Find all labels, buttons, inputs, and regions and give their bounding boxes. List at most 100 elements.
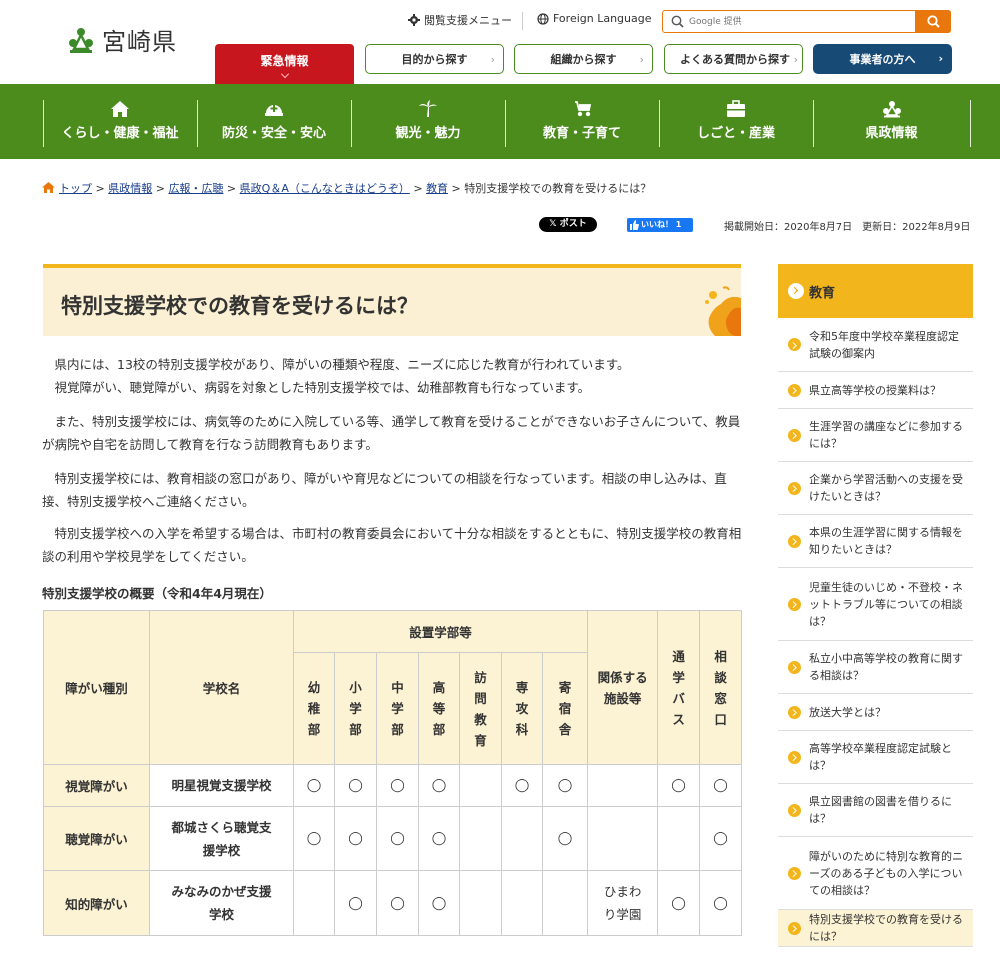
header-facility: 関係する施設等 bbox=[587, 610, 659, 765]
paragraph: 特別支援学校には、教育相談の窓口があり、障がいや育児などについての相談を行なって… bbox=[42, 471, 727, 509]
sidebar-item[interactable]: 県立図書館の図書を借りるには？ bbox=[778, 784, 973, 837]
x-logo-icon: 𝕏 bbox=[549, 219, 560, 229]
table-cell: ひまわり学園 bbox=[587, 870, 659, 936]
nav-item-education[interactable]: 教育・子育て bbox=[505, 100, 659, 147]
sidebar-item[interactable]: 私立小中高等学校の教育に関する相談は？ bbox=[778, 641, 973, 694]
search-by-purpose-button[interactable]: 目的から探す › bbox=[365, 44, 504, 74]
publish-dates: 掲載開始日：2020年8月7日 更新日：2022年8月9日 bbox=[724, 222, 971, 233]
header-dept: 寄宿舎 bbox=[541, 652, 589, 765]
table-cell: ◯ bbox=[293, 764, 335, 807]
breadcrumb-link[interactable]: トップ bbox=[59, 182, 92, 195]
breadcrumb-link[interactable]: 広報・広聴 bbox=[168, 182, 223, 195]
button-label: 事業者の方へ bbox=[849, 53, 916, 66]
chevron-right-icon bbox=[788, 803, 801, 817]
table-cell: 視覚障がい bbox=[43, 764, 150, 807]
sidebar-item[interactable]: 障がいのために特別な教育的ニーズのある子どもの入学についての相談は？ bbox=[778, 837, 973, 910]
sidebar-item[interactable]: 児童生徒のいじめ・不登校・ネットトラブル等についての相談は？ bbox=[778, 568, 973, 641]
prefecture-emblem-icon bbox=[882, 101, 901, 118]
nav-item-living[interactable]: くらし・健康・福祉 bbox=[43, 100, 197, 147]
facebook-like-label: いいね！ 1 bbox=[641, 220, 682, 229]
header-dept: 幼稚部 bbox=[293, 652, 335, 765]
sidebar-item[interactable]: 放送大学とは？ bbox=[778, 694, 973, 731]
header-bus: 通学バス bbox=[657, 610, 701, 765]
search-by-faq-button[interactable]: よくある質問から探す › bbox=[664, 44, 803, 74]
sidebar-item[interactable]: 県立高等学校の授業料は？ bbox=[778, 372, 973, 409]
breadcrumb-link[interactable]: 県政情報 bbox=[108, 182, 152, 195]
divider bbox=[970, 100, 971, 147]
sidebar-item[interactable]: 本県の生涯学習に関する情報を知りたいときは？ bbox=[778, 515, 973, 568]
search-input[interactable] bbox=[689, 13, 909, 30]
stroller-icon bbox=[575, 101, 592, 117]
page-title: 特別支援学校での教育を受けるには？ bbox=[61, 294, 418, 318]
accessibility-menu-link[interactable]: 閲覧支援メニュー bbox=[408, 12, 512, 28]
nav-item-safety[interactable]: 防災・安全・安心 bbox=[197, 100, 351, 147]
chevron-right-icon bbox=[788, 481, 801, 495]
sidebar-item[interactable]: 令和5年度中学校卒業程度認定試験の御案内 bbox=[778, 318, 973, 372]
for-business-button[interactable]: 事業者の方へ › bbox=[813, 44, 952, 74]
table-cell: ◯ bbox=[541, 764, 589, 807]
table-cell: ◯ bbox=[376, 870, 419, 936]
table-cell: 都城さくら聴覚支援学校 bbox=[149, 806, 294, 871]
foreign-language-link[interactable]: Foreign Language bbox=[537, 12, 652, 25]
table-cell: ◯ bbox=[376, 806, 419, 871]
breadcrumb-link[interactable]: 教育 bbox=[426, 182, 448, 195]
header-departments: 設置学部等 bbox=[292, 610, 589, 653]
sidebar-item[interactable]: 生涯学習の講座などに参加するには？ bbox=[778, 409, 973, 462]
sidebar-heading: 教育 bbox=[778, 264, 973, 318]
sidebar-item-label: 生涯学習の講座などに参加するには？ bbox=[809, 420, 963, 450]
paragraph: 特別支援学校への入学を希望する場合は、市町村の教育委員会において十分な相談をする… bbox=[42, 526, 742, 564]
decoration-splash-icon bbox=[705, 286, 741, 336]
table-cell bbox=[501, 806, 543, 871]
table-body: 視覚障がい 明星視覚支援学校 ◯ ◯ ◯ ◯ ◯ ◯ ◯ ◯ 聴覚障がい 都城さくら聴覚支援学校 ◯ ◯ ◯… bbox=[43, 764, 743, 936]
emergency-info-button[interactable]: 緊急情報 bbox=[215, 44, 354, 84]
house-icon bbox=[111, 101, 129, 117]
chevron-right-icon: › bbox=[490, 53, 495, 66]
table-cell bbox=[293, 870, 335, 936]
sidebar-item-label: 県立図書館の図書を借りるには？ bbox=[809, 795, 952, 825]
header-dept: 中学部 bbox=[376, 652, 419, 765]
nav-item-tourism[interactable]: 観光・魅力 bbox=[351, 100, 505, 147]
chevron-right-icon bbox=[788, 383, 801, 397]
breadcrumb-link[interactable]: 県政Q＆A（こんなときはどうぞ） bbox=[240, 182, 410, 195]
site-logo[interactable]: 宮崎県 bbox=[66, 22, 177, 57]
chevron-right-icon: › bbox=[639, 53, 644, 66]
nav-label: 防災・安全・安心 bbox=[221, 126, 326, 141]
facebook-like-button[interactable]: いいね！ 1 bbox=[627, 218, 693, 232]
table-cell: 明星視覚支援学校 bbox=[149, 764, 294, 807]
table-cell: ◯ bbox=[657, 870, 701, 936]
button-label: 組織から探す bbox=[550, 53, 617, 66]
table-cell bbox=[587, 806, 659, 871]
table-cell: ◯ bbox=[334, 764, 377, 807]
table-cell: ◯ bbox=[657, 764, 701, 807]
sidebar-item-label: 令和5年度中学校卒業程度認定試験の御案内 bbox=[809, 329, 959, 360]
search-button[interactable] bbox=[915, 10, 951, 33]
x-post-button[interactable]: 𝕏 ポスト bbox=[539, 217, 597, 232]
header-dept: 訪問教育 bbox=[459, 652, 502, 765]
sidebar-item-label: 企業から学習活動への支援を受けたいときは？ bbox=[809, 473, 963, 503]
divider bbox=[522, 12, 523, 30]
paragraph: 県内には、13校の特別支援学校があり、障がいの種類や程度、ニーズに応じた教育が行… bbox=[54, 357, 630, 372]
breadcrumb: トップ > 県政情報 > 広報・広聴 > 県政Q＆A（こんなときはどうぞ） > … bbox=[42, 180, 651, 196]
foreign-language-label: Foreign Language bbox=[553, 12, 652, 25]
table-cell bbox=[459, 764, 502, 807]
sidebar-list: 令和5年度中学校卒業程度認定試験の御案内県立高等学校の授業料は？ 生涯学習の講座な… bbox=[778, 318, 973, 947]
search-by-organization-button[interactable]: 組織から探す › bbox=[514, 44, 653, 74]
table-cell: みなみのかぜ支援学校 bbox=[149, 870, 294, 936]
table-cell: ◯ bbox=[699, 764, 743, 807]
paragraph: また、特別支援学校には、病気等のために入院している等、通学して教育を受けることが… bbox=[42, 414, 741, 452]
sidebar-item[interactable]: 特別支援学校での教育を受けるには？ bbox=[778, 910, 973, 947]
sidebar-item-label: 特別支援学校での教育を受けるには？ bbox=[809, 913, 963, 943]
breadcrumb-current: 特別支援学校での教育を受けるには？ bbox=[464, 182, 652, 195]
button-label: 目的から探す bbox=[401, 53, 468, 66]
sidebar-item[interactable]: 企業から学習活動への支援を受けたいときは？ bbox=[778, 462, 973, 515]
global-nav: くらし・健康・福祉 防災・安全・安心 観光・魅力 教育・子育て しごと・産業 県… bbox=[0, 84, 1000, 159]
sidebar-item[interactable]: 高等学校卒業程度認定試験とは？ bbox=[778, 731, 973, 784]
chevron-right-icon bbox=[788, 283, 804, 299]
nav-item-work[interactable]: しごと・産業 bbox=[659, 100, 813, 147]
school-table: 障がい種別 学校名 設置学部等 関係する施設等 通学バス 相談窓口 幼稚部 小学… bbox=[43, 610, 743, 936]
chevron-right-icon bbox=[788, 705, 801, 719]
table-cell bbox=[459, 806, 502, 871]
header-dept: 高等部 bbox=[418, 652, 460, 765]
nav-label: 教育・子育て bbox=[542, 126, 621, 141]
nav-item-prefecture-admin[interactable]: 県政情報 bbox=[813, 100, 970, 147]
